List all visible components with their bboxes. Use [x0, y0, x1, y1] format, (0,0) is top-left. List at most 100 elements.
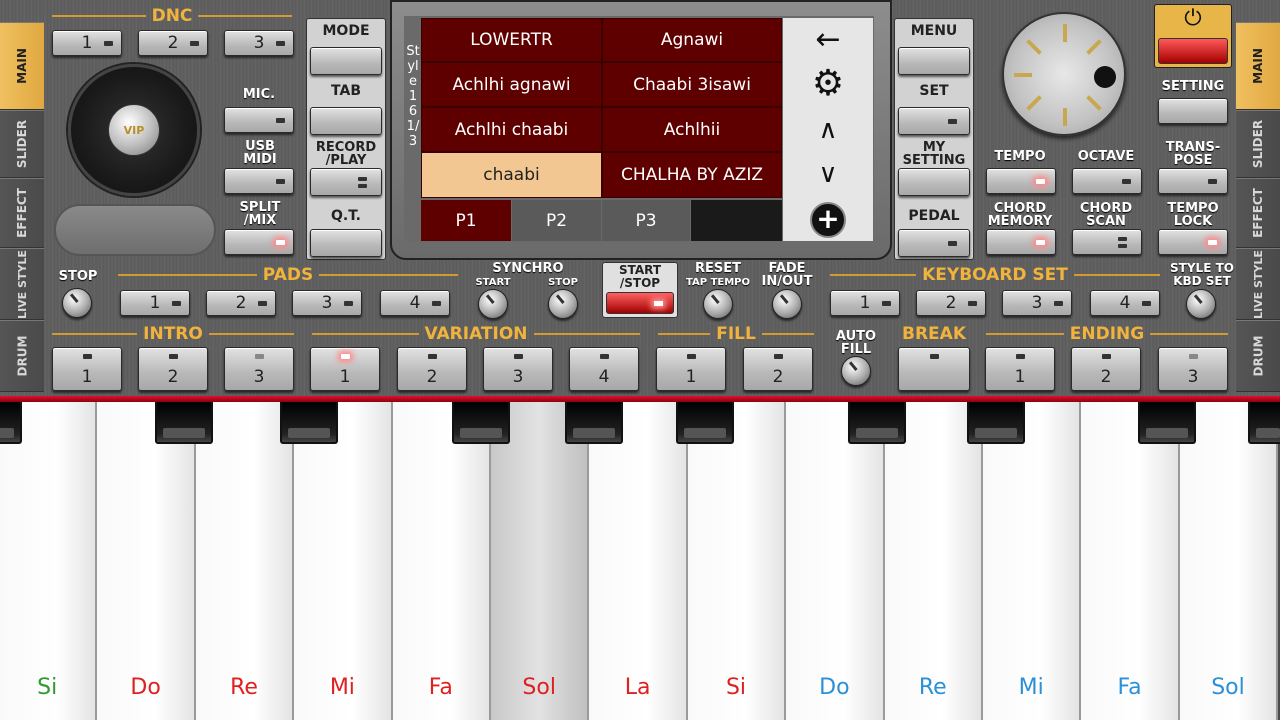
ending-button-3[interactable]: 3: [1158, 347, 1228, 391]
dnc-button-3[interactable]: 3: [224, 30, 294, 56]
tab-drum-left[interactable]: DRUM: [0, 320, 44, 392]
variation-button-2[interactable]: 2: [397, 347, 467, 391]
style-achlhi-chaabi[interactable]: Achlhi chaabi: [421, 107, 602, 152]
style-lowertr[interactable]: LOWERTR: [421, 18, 602, 62]
white-key-re[interactable]: Re: [884, 402, 983, 720]
transpose-button[interactable]: [1158, 168, 1228, 194]
style-chalha-by-aziz[interactable]: CHALHA BY AZIZ: [602, 152, 782, 198]
black-key[interactable]: [1138, 402, 1196, 444]
touch-pad[interactable]: [54, 204, 216, 256]
page-p2[interactable]: P2: [512, 200, 601, 241]
back-arrow-icon[interactable]: ←: [783, 22, 873, 58]
set-button[interactable]: [898, 107, 970, 135]
tab-live-style-right[interactable]: LIVE STYLE: [1236, 248, 1280, 320]
white-key-sol[interactable]: Sol: [491, 402, 590, 720]
gear-icon[interactable]: ⚙: [783, 64, 873, 104]
dnc-button-1[interactable]: 1: [52, 30, 122, 56]
pad-button-1[interactable]: 1: [120, 290, 190, 316]
kbd-set-button-4[interactable]: 4: [1090, 290, 1160, 316]
variation-button-1[interactable]: 1: [310, 347, 380, 391]
black-key[interactable]: [452, 402, 510, 444]
auto-fill-knob[interactable]: [841, 356, 871, 386]
mic-button[interactable]: [224, 107, 294, 133]
variation-button-4[interactable]: 4: [569, 347, 639, 391]
black-key[interactable]: [0, 402, 22, 444]
white-key-si[interactable]: Si: [0, 402, 98, 720]
pads-stop-knob[interactable]: [62, 288, 92, 318]
style-chaabi[interactable]: chaabi: [421, 152, 602, 198]
white-key-fa[interactable]: Fa: [1081, 402, 1180, 720]
page-p3[interactable]: P3: [602, 200, 690, 241]
ending-button-2[interactable]: 2: [1071, 347, 1141, 391]
pedal-button[interactable]: [898, 229, 970, 257]
pad-button-4[interactable]: 4: [380, 290, 450, 316]
style-achlhii[interactable]: Achlhii: [602, 107, 782, 152]
usb-midi-button[interactable]: [224, 168, 294, 194]
tab-main-left[interactable]: MAIN: [0, 22, 44, 110]
tab-slider-right[interactable]: SLIDER: [1236, 110, 1280, 178]
black-key[interactable]: [967, 402, 1025, 444]
tab-drum-right[interactable]: DRUM: [1236, 320, 1280, 392]
style-to-kbd-set-knob[interactable]: [1186, 289, 1216, 319]
white-key-sol[interactable]: Sol: [1179, 402, 1279, 720]
synchro-start-knob[interactable]: [478, 289, 508, 319]
black-key[interactable]: [565, 402, 623, 444]
white-key-la[interactable]: La: [589, 402, 688, 720]
tab-effect-right[interactable]: EFFECT: [1236, 178, 1280, 248]
mode-button[interactable]: [310, 47, 382, 75]
chord-scan-button[interactable]: [1072, 229, 1142, 255]
ending-button-1[interactable]: 1: [985, 347, 1055, 391]
qt-button[interactable]: [310, 229, 382, 257]
octave-button[interactable]: [1072, 168, 1142, 194]
chevron-up-icon[interactable]: ∧: [783, 112, 873, 148]
style-chaabi-3isawi[interactable]: Chaabi 3isawi: [602, 62, 782, 107]
synchro-stop-knob[interactable]: [548, 289, 578, 319]
white-key-do[interactable]: Do: [786, 402, 885, 720]
tempo-button[interactable]: [986, 168, 1056, 194]
intro-button-3[interactable]: 3: [224, 347, 294, 391]
fade-knob[interactable]: [772, 289, 802, 319]
white-key-mi[interactable]: Mi: [983, 402, 1082, 720]
style-agnawi[interactable]: Agnawi: [602, 18, 782, 62]
white-key-si[interactable]: Si: [687, 402, 787, 720]
fill-button-2[interactable]: 2: [743, 347, 813, 391]
pad-button-2[interactable]: 2: [206, 290, 276, 316]
black-key[interactable]: [1248, 402, 1280, 444]
white-key-fa[interactable]: Fa: [392, 402, 491, 720]
tab-main-right[interactable]: MAIN: [1236, 22, 1280, 110]
start-stop-button[interactable]: [606, 292, 674, 314]
tab-slider-left[interactable]: SLIDER: [0, 110, 44, 178]
menu-button[interactable]: [898, 47, 970, 75]
pad-button-3[interactable]: 3: [292, 290, 362, 316]
intro-button-1[interactable]: 1: [52, 347, 122, 391]
power-button[interactable]: [1158, 38, 1228, 64]
break-button[interactable]: [898, 347, 970, 391]
add-style-button[interactable]: +: [810, 202, 846, 238]
chord-memory-button[interactable]: [986, 229, 1056, 255]
black-key[interactable]: [155, 402, 213, 444]
page-p1[interactable]: P1: [421, 200, 511, 241]
kbd-set-button-1[interactable]: 1: [830, 290, 900, 316]
record-play-button[interactable]: [310, 168, 382, 196]
data-dial[interactable]: [1002, 12, 1126, 136]
reset-knob[interactable]: [703, 289, 733, 319]
split-mix-button[interactable]: [224, 229, 294, 255]
dnc-button-2[interactable]: 2: [138, 30, 208, 56]
kbd-set-button-2[interactable]: 2: [916, 290, 986, 316]
tempo-lock-button[interactable]: [1158, 229, 1228, 255]
tab-live-style-left[interactable]: LIVE STYLE: [0, 248, 44, 320]
style-achlhi-agnawi[interactable]: Achlhi agnawi: [421, 62, 602, 107]
intro-button-2[interactable]: 2: [138, 347, 208, 391]
kbd-set-button-3[interactable]: 3: [1002, 290, 1072, 316]
white-key-mi[interactable]: Mi: [294, 402, 393, 720]
fill-button-1[interactable]: 1: [656, 347, 726, 391]
black-key[interactable]: [280, 402, 338, 444]
white-key-re[interactable]: Re: [195, 402, 295, 720]
white-key-do[interactable]: Do: [97, 402, 196, 720]
setting-button[interactable]: [1158, 98, 1228, 124]
variation-button-3[interactable]: 3: [483, 347, 553, 391]
tab-effect-left[interactable]: EFFECT: [0, 178, 44, 248]
black-key[interactable]: [848, 402, 906, 444]
chevron-down-icon[interactable]: ∨: [783, 156, 873, 192]
my-setting-button[interactable]: [898, 168, 970, 196]
